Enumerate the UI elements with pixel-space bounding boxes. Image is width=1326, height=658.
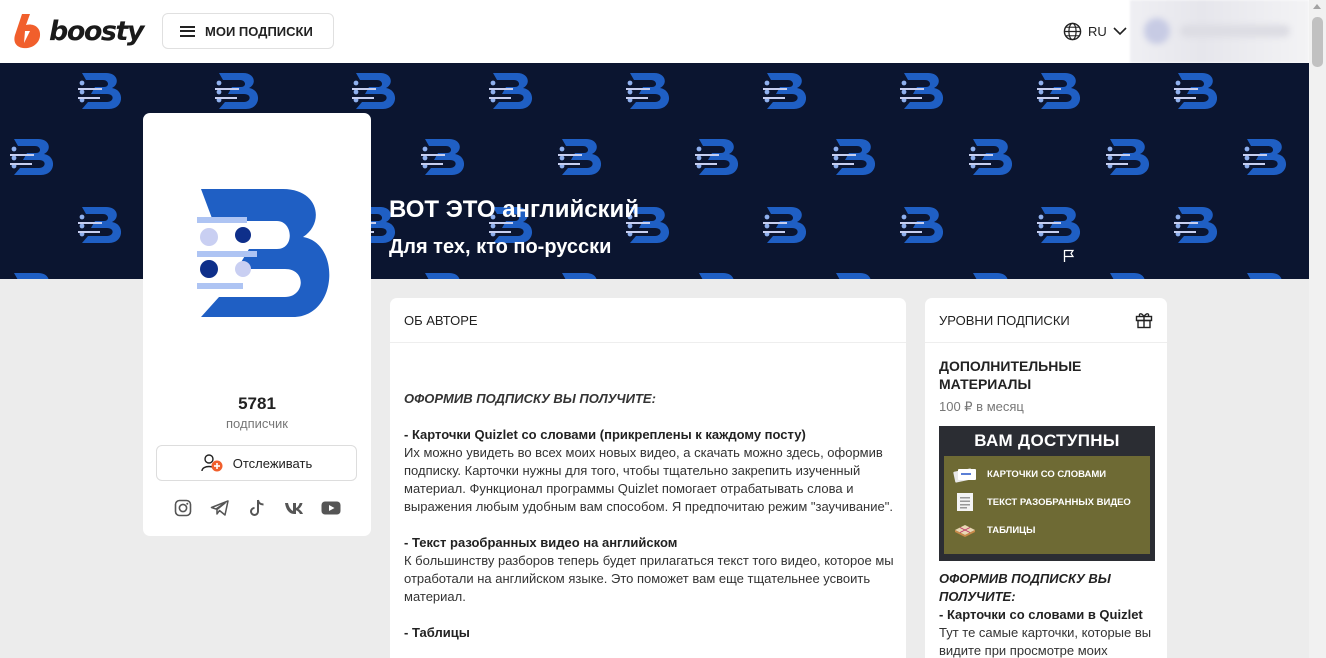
promo-feature-row: ТЕКСТ РАЗОБРАННЫХ ВИДЕО — [952, 492, 1131, 512]
author-avatar-logo — [197, 189, 330, 317]
my-subscriptions-button[interactable]: МОИ ПОДПИСКИ — [162, 13, 334, 49]
boosty-logo-icon — [14, 14, 41, 49]
about-intro: ОФОРМИВ ПОДПИСКУ ВЫ ПОЛУЧИТЕ: — [404, 391, 656, 406]
chevron-down-icon — [1113, 27, 1127, 36]
tier-price: 100 ₽ в месяц — [939, 399, 1024, 414]
language-code: RU — [1088, 23, 1107, 39]
scrollbar-thumb[interactable] — [1312, 17, 1323, 67]
about-item-text: К большинству разборов теперь будет прил… — [404, 553, 894, 604]
youtube-icon[interactable] — [321, 498, 341, 518]
about-item-title: - Текст разобранных видео на английском — [404, 535, 678, 550]
tiktok-icon[interactable] — [247, 498, 267, 518]
promo-title: ВАМ ДОСТУПНЫ — [974, 431, 1120, 450]
promo-feature-label: ТАБЛИЦЫ — [987, 524, 1036, 536]
page-scrollbar[interactable] — [1309, 0, 1326, 658]
user-account-menu[interactable] — [1130, 0, 1309, 63]
about-item-title: - Карточки Quizlet со словами (прикрепле… — [404, 427, 806, 442]
page-subtitle: Для тех, кто по-русски — [389, 236, 612, 258]
user-name-blurred — [1180, 25, 1290, 37]
social-links — [173, 498, 341, 518]
document-icon — [957, 493, 973, 511]
tier-promo-image: ВАМ ДОСТУПНЫ КАРТОЧКИ СО СЛОВАМИ ТЕКСТ Р… — [939, 426, 1155, 561]
vk-icon[interactable] — [284, 498, 304, 518]
follow-label: Отслеживать — [232, 455, 313, 471]
avatar — [1144, 18, 1170, 44]
top-bar: boosty МОИ ПОДПИСКИ RU — [0, 0, 1309, 63]
author-profile-card: 5781 подписчик Отслеживать — [143, 113, 371, 536]
logo-wordmark: boosty — [49, 15, 145, 47]
report-flag-icon[interactable] — [1063, 249, 1075, 263]
promo-feature-row: КАРТОЧКИ СО СЛОВАМИ — [952, 464, 1106, 484]
about-item-title: - Таблицы — [404, 625, 470, 640]
gift-icon[interactable] — [1135, 311, 1153, 329]
follow-button[interactable]: Отслеживать — [156, 445, 357, 481]
scroll-up-arrow-icon[interactable] — [1313, 4, 1321, 9]
about-author-card: ОБ АВТОРЕ ОФОРМИВ ПОДПИСКУ ВЫ ПОЛУЧИТЕ: … — [390, 298, 906, 658]
promo-feature-label: ТЕКСТ РАЗОБРАННЫХ ВИДЕО — [987, 496, 1131, 508]
boosty-logo[interactable]: boosty — [13, 13, 145, 49]
menu-icon — [180, 25, 195, 37]
tier-title[interactable]: ДОПОЛНИТЕЛЬНЫЕ МАТЕРИАЛЫ — [939, 357, 1149, 393]
about-author-text: ОФОРМИВ ПОДПИСКУ ВЫ ПОЛУЧИТЕ: - Карточки… — [404, 390, 896, 642]
promo-feature-label: КАРТОЧКИ СО СЛОВАМИ — [987, 468, 1107, 480]
subscription-levels-card: УРОВНИ ПОДПИСКИ ДОПОЛНИТЕЛЬНЫЕ МАТЕРИАЛЫ… — [925, 298, 1167, 658]
my-subscriptions-label: МОИ ПОДПИСКИ — [205, 23, 313, 39]
subscribers-label: подписчик — [226, 416, 288, 431]
page-title: ВОТ ЭТО английский — [389, 196, 640, 223]
table-icon — [955, 525, 975, 537]
tier-desc-intro: ОФОРМИВ ПОДПИСКУ ВЫ ПОЛУЧИТЕ: — [939, 571, 1111, 604]
add-user-icon — [201, 454, 223, 472]
subscribers-count: 5781 — [238, 394, 276, 413]
promo-features-box: КАРТОЧКИ СО СЛОВАМИ ТЕКСТ РАЗОБРАННЫХ ВИ… — [944, 456, 1150, 554]
subscription-levels-heading: УРОВНИ ПОДПИСКИ — [925, 298, 1167, 343]
telegram-icon[interactable] — [210, 498, 230, 518]
promo-feature-row: ТАБЛИЦЫ — [952, 520, 1035, 540]
tier-desc-item-title: - Карточки со словами в Quizlet — [939, 607, 1143, 622]
flashcards-icon — [953, 468, 976, 483]
subscription-levels-label: УРОВНИ ПОДПИСКИ — [939, 312, 1070, 328]
globe-icon — [1063, 22, 1082, 40]
language-selector[interactable]: RU — [1063, 21, 1127, 41]
tier-desc-item-text: Тут те самые карточки, которые вы видите… — [939, 625, 1152, 658]
about-item-text: Их можно увидеть во всех моих новых виде… — [404, 445, 893, 514]
about-author-heading: ОБ АВТОРЕ — [390, 298, 906, 343]
tier-description: ОФОРМИВ ПОДПИСКУ ВЫ ПОЛУЧИТЕ: - Карточки… — [939, 570, 1155, 658]
instagram-icon[interactable] — [173, 498, 193, 518]
